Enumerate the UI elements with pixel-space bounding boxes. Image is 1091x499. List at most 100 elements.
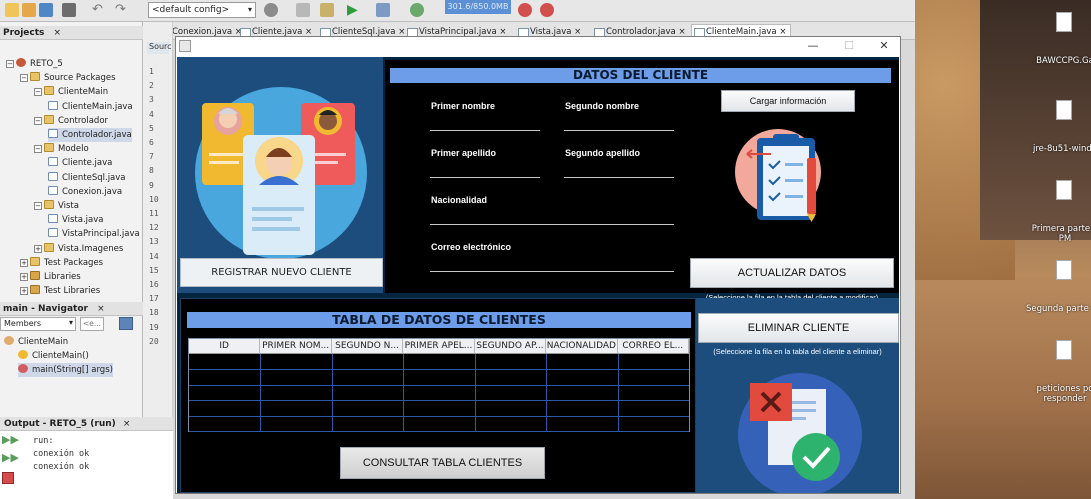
close-icon[interactable]: ×: [54, 28, 62, 38]
navigator-settings-icon[interactable]: [119, 317, 133, 330]
project-tree-row[interactable]: − Controlador: [34, 114, 108, 128]
delete-client-button[interactable]: ELIMINAR CLIENTE: [698, 313, 899, 343]
profiler-snapshot-icon[interactable]: [540, 3, 554, 17]
table-header-cell[interactable]: PRIMER APEL...: [403, 339, 475, 354]
register-client-button[interactable]: REGISTRAR NUEVO CLIENTE: [180, 258, 383, 287]
close-icon[interactable]: ×: [123, 419, 131, 429]
email-field[interactable]: [430, 271, 674, 272]
table-header-cell[interactable]: SEGUNDO AP...: [474, 339, 547, 354]
output-line: run:: [33, 436, 54, 446]
project-tree-row[interactable]: − Modelo: [34, 142, 89, 156]
desktop-file-icon[interactable]: [1056, 100, 1072, 120]
project-tree-row[interactable]: Vista.java: [48, 213, 103, 227]
desktop-file-icon[interactable]: [1056, 12, 1072, 32]
table-header-cell[interactable]: CORREO EL...: [617, 339, 689, 354]
table-row[interactable]: [189, 431, 689, 432]
desktop-file-icon[interactable]: [1056, 340, 1072, 360]
navigator-row[interactable]: ClienteMain: [4, 335, 68, 349]
undo-icon[interactable]: ↶: [92, 3, 106, 17]
line-number: 5: [149, 123, 154, 133]
app-titlebar[interactable]: — ☐ ✕: [176, 37, 900, 57]
table-header-cell[interactable]: NACIONALIDAD: [546, 339, 618, 354]
navigator-row[interactable]: ClienteMain(): [18, 349, 89, 363]
rerun-icon[interactable]: ▶▶: [2, 434, 19, 446]
clients-table[interactable]: ID PRIMER NOM... SEGUNDO N... PRIMER APEL..…: [188, 338, 690, 432]
table-header-cell[interactable]: ID: [189, 339, 261, 354]
save-all-icon[interactable]: [62, 3, 76, 17]
minimize-button[interactable]: —: [804, 39, 822, 53]
redo-icon[interactable]: ↷: [115, 3, 129, 17]
expand-icon[interactable]: +: [20, 258, 28, 267]
project-tree-row[interactable]: + Test Libraries: [20, 284, 100, 298]
second-name-field[interactable]: [564, 130, 674, 131]
build-icon[interactable]: [296, 3, 310, 17]
clipboard-illustration: [735, 129, 821, 222]
open-project-icon[interactable]: [39, 3, 53, 17]
expand-icon[interactable]: +: [34, 244, 42, 253]
navigator-filter-input[interactable]: <e...: [80, 317, 104, 331]
projects-panel-header[interactable]: Projects ×: [0, 26, 143, 40]
source-view-tab[interactable]: Sourc: [147, 42, 172, 54]
profile-icon[interactable]: [410, 3, 424, 17]
gc-icon[interactable]: [518, 3, 532, 17]
table-row[interactable]: [189, 384, 689, 386]
first-name-field[interactable]: [430, 130, 540, 131]
table-row[interactable]: [189, 400, 689, 402]
table-header-cell[interactable]: SEGUNDO N...: [331, 339, 404, 354]
table-row[interactable]: [189, 369, 689, 371]
update-data-button[interactable]: ACTUALIZAR DATOS: [690, 258, 894, 288]
collapse-icon[interactable]: −: [34, 145, 42, 154]
query-table-button[interactable]: CONSULTAR TABLA CLIENTES: [340, 447, 545, 479]
config-select[interactable]: <default config> ▾: [148, 2, 256, 18]
table-header-cell[interactable]: PRIMER NOM...: [260, 339, 332, 354]
collapse-icon[interactable]: −: [20, 74, 28, 83]
desktop-file-icon[interactable]: [1056, 180, 1072, 200]
project-tree-row[interactable]: Controlador.java: [48, 128, 132, 142]
members-select[interactable]: Members ▾: [0, 317, 76, 331]
new-project-icon[interactable]: [22, 3, 36, 17]
close-icon[interactable]: ×: [97, 304, 105, 314]
maximize-button[interactable]: ☐: [840, 39, 858, 53]
project-tree-row[interactable]: − ClienteMain: [34, 85, 108, 99]
collapse-icon[interactable]: −: [34, 202, 42, 210]
line-number: 4: [149, 109, 154, 119]
project-tree-row[interactable]: ClienteMain.java: [48, 100, 133, 114]
rerun-modified-icon[interactable]: ▶▶: [2, 452, 19, 464]
project-tree-row[interactable]: + Test Packages: [20, 256, 103, 270]
load-info-button[interactable]: Cargar información: [721, 90, 855, 112]
project-tree-row[interactable]: + Libraries: [20, 270, 81, 284]
project-tree-row[interactable]: − Source Packages: [20, 71, 116, 85]
stop-icon[interactable]: [2, 472, 14, 484]
collapse-icon[interactable]: −: [34, 116, 42, 125]
memory-meter[interactable]: 301.6/850.0MB: [445, 0, 511, 14]
table-row[interactable]: [189, 415, 689, 417]
project-tree-row[interactable]: ClienteSql.java: [48, 171, 126, 185]
new-file-icon[interactable]: [5, 3, 19, 17]
navigator-panel-header[interactable]: main - Navigator ×: [0, 302, 143, 316]
debug-icon[interactable]: [376, 3, 390, 17]
project-tree-row[interactable]: VistaPrincipal.java: [48, 227, 140, 241]
project-tree-row[interactable]: Cliente.java: [48, 156, 112, 170]
navigator-row[interactable]: main(String[] args): [18, 363, 113, 377]
project-tree-row[interactable]: Conexion.java: [48, 185, 122, 199]
app-content: REGISTRAR NUEVO CLIENTE DATOS DEL CLIENT…: [177, 57, 899, 493]
first-surname-field[interactable]: [430, 177, 540, 178]
nationality-field[interactable]: [430, 224, 674, 225]
close-button[interactable]: ✕: [875, 39, 893, 53]
clean-icon[interactable]: [320, 3, 334, 17]
line-number: 15: [149, 265, 159, 275]
ide-toolbar: ↶ ↷ <default config> ▾ ▶ 301.6/850.0MB: [0, 0, 915, 22]
collapse-icon[interactable]: −: [34, 88, 42, 97]
clean-build-icon[interactable]: [264, 3, 278, 17]
run-icon[interactable]: ▶: [347, 3, 361, 17]
expand-icon[interactable]: +: [20, 287, 28, 296]
output-panel-header[interactable]: Output - RETO_5 (run) ×: [0, 417, 173, 431]
collapse-icon[interactable]: −: [6, 60, 14, 68]
project-tree-row[interactable]: − Vista: [34, 199, 79, 213]
project-tree-label: Test Libraries: [44, 286, 101, 297]
project-tree-row[interactable]: − RETO_5: [6, 57, 63, 71]
expand-icon[interactable]: +: [20, 273, 28, 281]
desktop-file-icon[interactable]: [1056, 260, 1072, 280]
second-surname-field[interactable]: [564, 177, 674, 178]
project-tree-row[interactable]: + Vista.Imagenes: [34, 242, 123, 256]
